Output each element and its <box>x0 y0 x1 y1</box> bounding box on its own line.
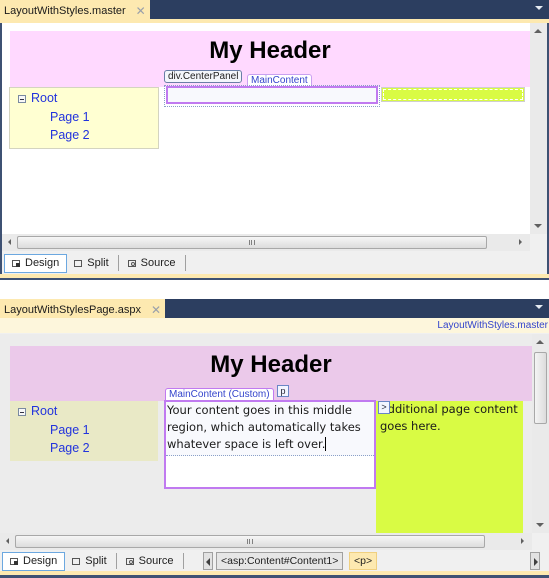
tree-node-page1[interactable]: Page 1 <box>50 423 90 437</box>
close-icon[interactable]: ✕ <box>136 4 146 18</box>
scroll-thumb[interactable] <box>17 236 487 249</box>
tab-dropdown-icon[interactable] <box>535 6 543 10</box>
view-switcher: Design Split Source <box>4 252 188 274</box>
scroll-left-icon[interactable] <box>8 239 11 245</box>
tag-p-label: p <box>280 386 286 396</box>
separator <box>115 553 117 569</box>
vertical-scrollbar[interactable] <box>532 334 549 533</box>
editor-frame-bottom: LayoutWithStyles.master My Header Root P… <box>0 318 549 575</box>
scroll-down-icon[interactable] <box>536 523 544 527</box>
right-panel: Additional page content goes here. <box>376 401 523 533</box>
scroll-right-icon[interactable] <box>519 239 522 245</box>
split-label: Split <box>87 257 109 269</box>
source-label: Source <box>138 555 174 567</box>
tag-label: MainContent (Custom) <box>169 389 270 400</box>
vertical-scrollbar[interactable] <box>530 23 547 234</box>
tag-p[interactable]: p <box>277 385 289 397</box>
design-view-button[interactable]: Design <box>2 551 66 571</box>
chevron-right-icon <box>534 558 538 566</box>
split-label: Split <box>85 555 107 567</box>
text-cursor <box>325 437 327 451</box>
close-icon[interactable]: ✕ <box>151 303 161 317</box>
master-page-link[interactable]: LayoutWithStyles.master <box>0 318 549 333</box>
tab-layoutwithstylespage-aspx[interactable]: LayoutWithStylesPage.aspx ✕ <box>0 299 166 318</box>
tabstrip-bottom: LayoutWithStylesPage.aspx ✕ <box>0 299 549 318</box>
view-switcher: Design Split Source <box>2 550 186 572</box>
nav-tree: Root Page 1 Page 2 <box>10 401 158 461</box>
tree-node-root[interactable]: Root <box>18 404 57 418</box>
source-icon <box>127 259 136 267</box>
tabstrip-top: LayoutWithStyles.master ✕ <box>0 0 549 19</box>
tree-node-page2[interactable]: Page 2 <box>50 128 90 142</box>
design-surface[interactable]: My Header Root Page 1 Page 2 div.CenterP… <box>2 23 530 234</box>
separator <box>117 255 119 271</box>
split-icon <box>72 557 81 565</box>
tree-node-page1[interactable]: Page 1 <box>50 110 90 124</box>
smart-tag-button[interactable]: > <box>378 401 390 414</box>
split-view-button[interactable]: Split <box>65 552 113 571</box>
collapse-icon[interactable] <box>18 407 26 416</box>
breadcrumb-label: <asp:Content#Content1> <box>221 555 339 567</box>
tag-label: div.CenterPanel <box>168 71 239 82</box>
tag-div-centerpanel[interactable]: div.CenterPanel <box>164 70 243 83</box>
design-icon <box>10 557 18 565</box>
header-text: My Header <box>209 37 331 64</box>
page2-label: Page 2 <box>50 441 90 455</box>
horizontal-scrollbar[interactable] <box>0 533 532 550</box>
grip-icon <box>247 539 253 544</box>
editor-frame-top: My Header Root Page 1 Page 2 div.CenterP… <box>0 23 549 278</box>
split-view-button[interactable]: Split <box>67 254 115 273</box>
frame-bottom-edge <box>0 278 549 280</box>
scroll-down-icon[interactable] <box>534 224 542 228</box>
design-view-button[interactable]: Design <box>4 253 68 273</box>
page1-label: Page 1 <box>50 423 90 437</box>
split-icon <box>74 259 83 267</box>
breadcrumb-label: <p> <box>354 555 373 567</box>
scroll-thumb[interactable] <box>534 352 547 424</box>
design-surface[interactable]: My Header Root Page 1 Page 2 MainContent… <box>0 334 532 533</box>
root-label: Root <box>31 91 58 105</box>
scroll-thumb[interactable] <box>15 535 485 548</box>
separator <box>182 553 184 569</box>
tab-dropdown-icon[interactable] <box>535 305 543 309</box>
content-paragraph[interactable]: Your content goes in this middle region,… <box>166 402 374 456</box>
chevron-right-icon: > <box>381 402 387 412</box>
tab-label: LayoutWithStylesPage.aspx <box>4 304 141 316</box>
master-link-label: LayoutWithStyles.master <box>437 320 548 331</box>
maincontent-placeholder[interactable] <box>166 86 378 104</box>
source-icon <box>125 557 134 565</box>
right-panel-text: Additional page content goes here. <box>380 402 518 433</box>
scroll-left-icon[interactable] <box>6 538 9 544</box>
design-label: Design <box>23 555 58 567</box>
grip-icon <box>249 240 255 245</box>
header-text: My Header <box>210 351 332 378</box>
chevron-left-icon <box>206 558 210 566</box>
breadcrumb-p[interactable]: <p> <box>349 552 378 570</box>
root-label: Root <box>31 404 58 418</box>
scroll-up-icon[interactable] <box>534 29 542 33</box>
tree-node-page2[interactable]: Page 2 <box>50 441 90 455</box>
collapse-icon[interactable] <box>18 94 26 103</box>
source-label: Source <box>140 257 176 269</box>
breadcrumb-scroll-right[interactable] <box>530 552 540 570</box>
horizontal-scrollbar[interactable] <box>2 234 530 251</box>
page1-label: Page 1 <box>50 110 90 124</box>
source-view-button[interactable]: Source <box>121 254 183 273</box>
source-view-button[interactable]: Source <box>119 552 181 571</box>
breadcrumb-asp-content[interactable]: <asp:Content#Content1> <box>216 552 344 570</box>
content-text: Your content goes in this middle region,… <box>167 403 361 451</box>
nav-tree: Root Page 1 Page 2 <box>9 87 159 149</box>
scroll-right-icon[interactable] <box>521 538 524 544</box>
tab-label: LayoutWithStyles.master <box>4 5 126 17</box>
tree-node-root[interactable]: Root <box>18 91 57 105</box>
right-panel <box>381 87 525 102</box>
scroll-up-icon[interactable] <box>536 340 544 344</box>
tab-layoutwithstyles-master[interactable]: LayoutWithStyles.master ✕ <box>0 0 150 19</box>
separator <box>184 255 186 271</box>
maincontent-region[interactable]: Your content goes in this middle region,… <box>164 400 376 489</box>
design-label: Design <box>25 257 60 269</box>
design-icon <box>12 259 20 267</box>
breadcrumb-scroll-left[interactable] <box>203 552 213 570</box>
page2-label: Page 2 <box>50 128 90 142</box>
